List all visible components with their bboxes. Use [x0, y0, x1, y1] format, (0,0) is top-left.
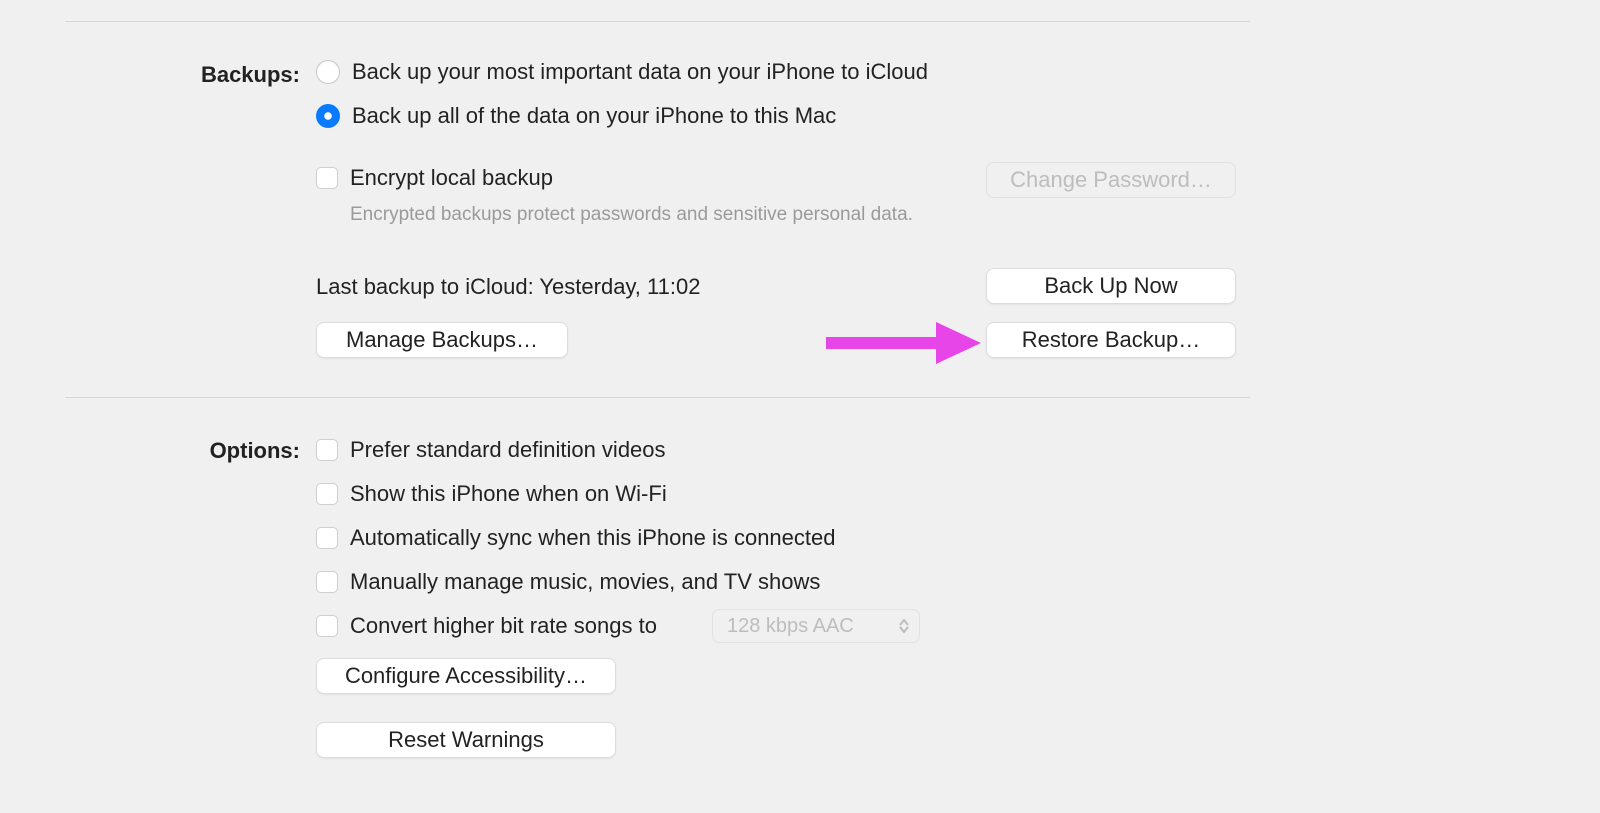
backup-target-icloud-radio[interactable] — [316, 60, 340, 84]
bitrate-select: 128 kbps AAC — [712, 609, 920, 643]
show-wifi-checkbox[interactable] — [316, 483, 338, 505]
prefer-sd-row: Prefer standard definition videos — [316, 438, 666, 462]
bitrate-select-value: 128 kbps AAC — [727, 615, 854, 638]
auto-sync-checkbox[interactable] — [316, 527, 338, 549]
encrypt-backup-checkbox[interactable] — [316, 167, 338, 189]
manual-manage-checkbox[interactable] — [316, 571, 338, 593]
change-password-button: Change Password… — [986, 162, 1236, 198]
backups-section-label: Backups: — [0, 62, 300, 88]
backup-target-mac-row: Back up all of the data on your iPhone t… — [316, 104, 836, 128]
backup-target-icloud-label: Back up your most important data on your… — [352, 60, 928, 84]
backup-target-mac-radio[interactable] — [316, 104, 340, 128]
configure-accessibility-button[interactable]: Configure Accessibility… — [316, 658, 616, 694]
encrypt-backup-label: Encrypt local backup — [350, 166, 553, 190]
restore-backup-button[interactable]: Restore Backup… — [986, 322, 1236, 358]
auto-sync-label: Automatically sync when this iPhone is c… — [350, 526, 835, 550]
section-divider — [65, 21, 1250, 22]
backup-target-mac-label: Back up all of the data on your iPhone t… — [352, 104, 836, 128]
show-wifi-label: Show this iPhone when on Wi-Fi — [350, 482, 667, 506]
last-backup-text: Last backup to iCloud: Yesterday, 11:02 — [316, 274, 700, 300]
show-wifi-row: Show this iPhone when on Wi-Fi — [316, 482, 667, 506]
prefer-sd-label: Prefer standard definition videos — [350, 438, 666, 462]
convert-bitrate-label: Convert higher bit rate songs to — [350, 614, 657, 638]
section-divider — [65, 397, 1250, 398]
convert-bitrate-checkbox[interactable] — [316, 615, 338, 637]
reset-warnings-button[interactable]: Reset Warnings — [316, 722, 616, 758]
annotation-arrow-icon — [826, 322, 981, 364]
backup-now-button[interactable]: Back Up Now — [986, 268, 1236, 304]
convert-bitrate-row: Convert higher bit rate songs to — [316, 614, 657, 638]
encrypt-helper-text: Encrypted backups protect passwords and … — [350, 204, 913, 226]
encrypt-backup-row: Encrypt local backup — [316, 166, 553, 190]
manual-manage-row: Manually manage music, movies, and TV sh… — [316, 570, 820, 594]
prefer-sd-checkbox[interactable] — [316, 439, 338, 461]
manual-manage-label: Manually manage music, movies, and TV sh… — [350, 570, 820, 594]
auto-sync-row: Automatically sync when this iPhone is c… — [316, 526, 835, 550]
device-settings-pane: Backups: Back up your most important dat… — [0, 0, 1600, 813]
backup-target-icloud-row: Back up your most important data on your… — [316, 60, 928, 84]
updown-chevron-icon — [899, 619, 909, 633]
manage-backups-button[interactable]: Manage Backups… — [316, 322, 568, 358]
options-section-label: Options: — [0, 438, 300, 464]
